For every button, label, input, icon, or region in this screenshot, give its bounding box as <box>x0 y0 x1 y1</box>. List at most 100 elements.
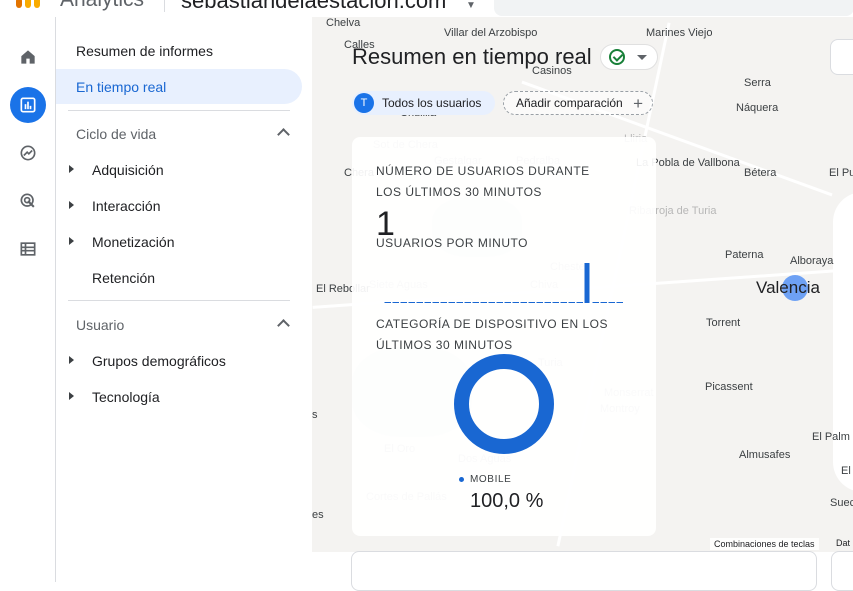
users-per-minute-bar[interactable] <box>512 302 520 303</box>
users-per-minute-bar[interactable] <box>424 302 432 303</box>
header-divider <box>164 0 165 12</box>
nav-monetization[interactable]: Monetización <box>56 224 302 259</box>
nav-reports-snapshot[interactable]: Resumen de informes <box>56 33 302 68</box>
nav-item-label: Retención <box>92 269 156 286</box>
top-bar: Analytics sebastiandelaestacion.com ▼ <box>0 0 853 17</box>
product-name: Analytics <box>60 0 144 12</box>
users-per-minute-bar[interactable] <box>536 302 544 303</box>
map-place-label: Bétera <box>744 167 777 179</box>
section-user[interactable]: Usuario <box>56 309 302 341</box>
nav-realtime[interactable]: En tiempo real <box>56 69 302 104</box>
nav-item-label: Adquisición <box>92 161 164 178</box>
nav-engagement[interactable]: Interacción <box>56 188 302 223</box>
map-place-label: El Si <box>841 465 853 477</box>
expand-arrow-icon[interactable] <box>69 356 74 364</box>
keyboard-shortcuts-link[interactable]: Combinaciones de teclas <box>710 538 819 550</box>
chevron-down-icon[interactable] <box>637 55 647 60</box>
users-per-minute-bar[interactable] <box>408 302 416 303</box>
expand-arrow-icon[interactable] <box>69 165 74 173</box>
users-per-minute-bar[interactable] <box>592 302 600 303</box>
realtime-summary-card: NÚMERO DE USUARIOS DURANTE LOS ÚLTIMOS 3… <box>352 137 656 536</box>
chevron-up-icon[interactable] <box>277 128 290 141</box>
nav-demographics[interactable]: Grupos demográficos <box>56 343 302 378</box>
chevron-down-icon[interactable]: ▼ <box>466 0 476 11</box>
users-per-minute-bar[interactable] <box>528 302 536 303</box>
users-per-minute-bar[interactable] <box>600 302 608 303</box>
users-per-minute-bar[interactable] <box>480 302 488 303</box>
chevron-up-icon[interactable] <box>277 319 290 332</box>
map-place-label: Villar del Arzobispo <box>444 27 538 39</box>
users-per-minute-bar[interactable] <box>456 302 464 303</box>
nav-acquisition[interactable]: Adquisición <box>56 152 302 187</box>
users-per-minute-bar[interactable] <box>392 302 400 303</box>
search-input[interactable] <box>494 0 853 16</box>
users-per-minute-bar[interactable] <box>384 302 392 303</box>
device-percent-value: 100,0 % <box>470 490 544 512</box>
map-place-label: El Palm <box>812 431 850 443</box>
map-zoom-control[interactable] <box>830 39 853 75</box>
advertising-icon[interactable] <box>10 183 46 219</box>
users-per-minute-bar[interactable] <box>608 302 616 303</box>
users-per-minute-bar[interactable] <box>544 302 552 303</box>
nav-item-label: Resumen de informes <box>76 42 213 59</box>
map-sea <box>833 192 853 492</box>
users-per-minute-bar[interactable] <box>440 302 448 303</box>
users-per-minute-bar[interactable] <box>448 302 456 303</box>
configure-icon[interactable] <box>10 231 46 267</box>
users-per-minute-bar[interactable] <box>416 302 424 303</box>
expand-arrow-icon[interactable] <box>69 392 74 400</box>
map-place-label: Torrent <box>706 317 741 329</box>
map-place-label: Paterna <box>725 249 764 261</box>
chip-label: Añadir comparación <box>516 96 623 110</box>
section-title: Ciclo de vida <box>76 126 157 142</box>
expand-arrow-icon[interactable] <box>69 237 74 245</box>
map-place-label: Valencia <box>756 278 820 297</box>
nav-item-label: En tiempo real <box>76 78 167 95</box>
users-per-minute-bar[interactable] <box>584 263 590 303</box>
section-lifecycle[interactable]: Ciclo de vida <box>56 118 302 150</box>
divider <box>68 110 290 111</box>
add-comparison-button[interactable]: Añadir comparación + <box>503 91 653 115</box>
users-per-minute-bar[interactable] <box>400 302 408 303</box>
map-place-label: Picassent <box>705 381 753 393</box>
users-per-minute-bar[interactable] <box>552 302 560 303</box>
device-donut-chart[interactable] <box>454 354 554 454</box>
section-title: Usuario <box>76 317 125 333</box>
legend-mobile: MOBILE <box>459 474 511 485</box>
users-per-minute-bar[interactable] <box>568 302 576 303</box>
map-data-attribution[interactable]: Dat <box>836 538 850 548</box>
users-per-minute-bar[interactable] <box>472 302 480 303</box>
status-dropdown[interactable] <box>600 44 658 70</box>
home-icon[interactable] <box>10 39 46 75</box>
users-per-minute-bar[interactable] <box>432 302 440 303</box>
next-card <box>351 551 817 591</box>
navigation-rail <box>0 17 56 582</box>
users-per-minute-bar[interactable] <box>560 302 568 303</box>
users-per-minute-bar[interactable] <box>496 302 504 303</box>
users-per-minute-bar[interactable] <box>504 302 512 303</box>
map-place-label: es <box>312 509 324 521</box>
users-per-minute-bar[interactable] <box>576 302 584 303</box>
nav-technology[interactable]: Tecnología <box>56 379 302 414</box>
users-per-minute-bar[interactable] <box>520 302 528 303</box>
users-30min-label: NÚMERO DE USUARIOS DURANTE LOS ÚLTIMOS 3… <box>376 164 590 199</box>
users-per-minute-bar[interactable] <box>464 302 472 303</box>
analytics-logo-icon[interactable] <box>12 0 44 8</box>
property-selector[interactable]: sebastiandelaestacion.com <box>181 0 446 14</box>
users-per-minute-chart[interactable] <box>384 257 624 303</box>
reports-icon[interactable] <box>10 87 46 123</box>
map-place-label: Almusafes <box>739 449 791 461</box>
nav-item-label: Monetización <box>92 233 175 250</box>
expand-arrow-icon[interactable] <box>69 201 74 209</box>
users-per-minute-label: USUARIOS POR MINUTO <box>376 236 528 250</box>
explore-icon[interactable] <box>10 135 46 171</box>
avatar: T <box>354 93 374 113</box>
check-circle-icon <box>609 49 625 65</box>
users-per-minute-bar[interactable] <box>616 302 624 303</box>
map-place-label: Sueca <box>830 497 853 509</box>
comparison-chip-all-users[interactable]: T Todos los usuarios <box>352 91 495 115</box>
nav-retention[interactable]: Retención <box>56 260 302 295</box>
next-card <box>831 551 853 591</box>
map-place-label: s <box>312 409 318 421</box>
users-per-minute-bar[interactable] <box>488 302 496 303</box>
